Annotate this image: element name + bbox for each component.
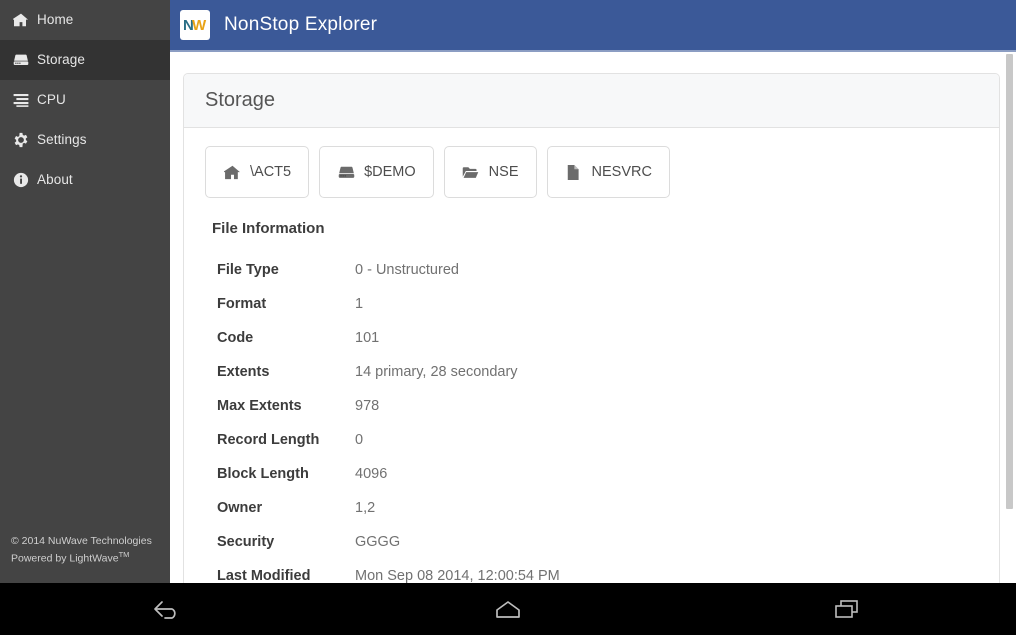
powered-by-label: Powered by LightWave — [11, 552, 119, 564]
sidebar-item-settings[interactable]: Settings — [0, 120, 170, 160]
table-row: Last Modified Mon Sep 08 2014, 12:00:54 P… — [205, 559, 978, 583]
info-value: 4096 — [355, 466, 388, 482]
recents-icon[interactable] — [677, 583, 1016, 635]
back-icon[interactable] — [0, 583, 339, 635]
app-header: N W NonStop Explorer — [170, 0, 1016, 52]
table-row: Format 1 — [205, 287, 978, 321]
breadcrumb-label: \ACT5 — [250, 164, 292, 180]
breadcrumb: \ACT5 $DEMO NSE NESVRC — [205, 146, 978, 198]
info-value: Mon Sep 08 2014, 12:00:54 PM — [355, 568, 560, 583]
breadcrumb-label: NSE — [488, 164, 519, 180]
info-key: File Type — [217, 262, 279, 278]
android-tablet-screen: Home Storage CPU Settings About © 2014 NuWav… — [0, 0, 1016, 635]
info-key: Format — [217, 296, 267, 312]
home-icon — [223, 163, 241, 181]
info-value: 101 — [355, 330, 380, 346]
hdd-icon — [337, 163, 355, 181]
info-value: 0 — [355, 432, 364, 448]
sidebar-item-label: Storage — [37, 52, 85, 68]
breadcrumb-button-nse[interactable]: NSE — [443, 146, 537, 198]
info-key: Owner — [217, 500, 263, 516]
home-icon[interactable] — [339, 583, 678, 635]
info-value: 14 primary, 28 secondary — [355, 364, 518, 380]
nuwave-nw-logo-icon: N W — [180, 10, 210, 40]
sidebar-item-label: Home — [37, 12, 74, 28]
sidebar-item-about[interactable]: About — [0, 160, 170, 200]
hdd-icon — [12, 52, 30, 68]
table-row: Record Length 0 — [205, 423, 978, 457]
sidebar-footer: © 2014 NuWave Technologies Powered by Li… — [0, 534, 170, 566]
file-information-table: File Type 0 - Unstructured Format 1 Code 101 E… — [205, 253, 978, 583]
sidebar-item-label: About — [37, 172, 73, 188]
gear-icon — [12, 132, 30, 148]
home-icon — [12, 12, 30, 28]
info-value: 0 - Unstructured — [355, 262, 459, 278]
breadcrumb-label: $DEMO — [364, 164, 416, 180]
trademark-mark: TM — [118, 549, 130, 559]
info-key: Security — [217, 534, 275, 550]
android-navigation-bar — [0, 583, 1016, 635]
app-title: NonStop Explorer — [224, 14, 378, 35]
powered-by-text: Powered by LightWaveTM — [11, 548, 159, 566]
sidebar-item-label: Settings — [37, 132, 87, 148]
breadcrumb-button-nesvrc[interactable]: NESVRC — [546, 146, 670, 198]
table-row: Code 101 — [205, 321, 978, 355]
breadcrumb-button-demo[interactable]: $DEMO — [319, 146, 434, 198]
table-row: Block Length 4096 — [205, 457, 978, 491]
sidebar-nav-list: Home Storage CPU Settings About — [0, 0, 170, 200]
vertical-scrollbar-thumb[interactable] — [1006, 54, 1013, 509]
info-value: 978 — [355, 398, 380, 414]
folder-open-icon — [462, 163, 480, 181]
sidebar-item-home[interactable]: Home — [0, 0, 170, 40]
tasks-icon — [12, 92, 30, 108]
info-value: GGGG — [355, 534, 401, 550]
sidebar: Home Storage CPU Settings About © 2014 NuWav… — [0, 0, 170, 583]
info-key: Block Length — [217, 466, 309, 482]
sidebar-item-label: CPU — [37, 92, 66, 108]
info-value: 1,2 — [355, 500, 376, 516]
breadcrumb-label: NESVRC — [591, 164, 652, 180]
table-row: Owner 1,2 — [205, 491, 978, 525]
breadcrumb-button-act5[interactable]: \ACT5 — [205, 146, 310, 198]
storage-panel: Storage \ACT5 $DEMO NSE NESVRC File Informa… — [183, 73, 1000, 583]
info-key: Record Length — [217, 432, 320, 448]
panel-body: \ACT5 $DEMO NSE NESVRC File Information Fil… — [184, 128, 999, 583]
info-key: Last Modified — [217, 568, 311, 583]
table-row: Security GGGG — [205, 525, 978, 559]
copyright-text: © 2014 NuWave Technologies — [11, 534, 152, 547]
info-key: Code — [217, 330, 254, 346]
table-row: File Type 0 - Unstructured — [205, 253, 978, 287]
info-key: Max Extents — [217, 398, 302, 414]
app-viewport: Home Storage CPU Settings About © 2014 NuWav… — [0, 0, 1016, 583]
info-key: Extents — [217, 364, 270, 380]
table-row: Max Extents 978 — [205, 389, 978, 423]
page-title: Storage — [205, 89, 276, 111]
info-circle-icon — [12, 172, 30, 188]
svg-text:W: W — [192, 17, 207, 34]
panel-header: Storage — [184, 74, 999, 128]
table-row: Extents 14 primary, 28 secondary — [205, 355, 978, 389]
info-value: 1 — [355, 296, 364, 312]
file-information-heading: File Information — [212, 220, 325, 237]
sidebar-item-cpu[interactable]: CPU — [0, 80, 170, 120]
file-icon — [565, 163, 583, 181]
main-content: Storage \ACT5 $DEMO NSE NESVRC File Informa… — [170, 54, 1016, 583]
sidebar-item-storage[interactable]: Storage — [0, 40, 170, 80]
